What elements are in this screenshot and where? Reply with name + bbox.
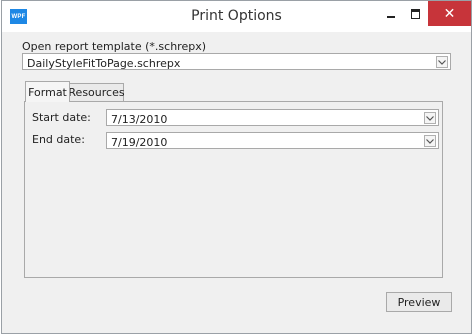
start-date-value: 7/13/2010 <box>111 113 168 126</box>
preview-button-label: Preview <box>397 295 441 309</box>
end-date-value: 7/19/2010 <box>111 136 168 149</box>
tab-resources-label: Resources <box>68 86 125 99</box>
print-options-window: WPF Print Options ✕ Open report template… <box>1 0 472 334</box>
tab-format-label: Format <box>28 85 67 99</box>
close-button[interactable]: ✕ <box>428 1 471 26</box>
start-date-picker[interactable]: 7/13/2010 <box>106 109 439 126</box>
tab-format[interactable]: Format <box>25 81 70 102</box>
template-label: Open report template (*.schrepx) <box>22 40 206 53</box>
chevron-down-icon <box>426 138 434 144</box>
start-date-label: Start date: <box>32 111 91 124</box>
template-dropdown-button[interactable] <box>436 56 448 68</box>
end-date-picker[interactable]: 7/19/2010 <box>106 132 439 149</box>
close-icon: ✕ <box>443 5 456 22</box>
minimize-icon <box>386 15 395 18</box>
chevron-down-icon <box>426 115 434 121</box>
chevron-down-icon <box>438 59 446 65</box>
format-tab-panel <box>24 101 443 278</box>
end-date-dropdown-button[interactable] <box>424 135 436 147</box>
template-value: DailyStyleFitToPage.schrepx <box>27 57 181 70</box>
maximize-button[interactable] <box>404 1 427 26</box>
maximize-icon <box>411 8 420 19</box>
start-date-dropdown-button[interactable] <box>424 112 436 124</box>
preview-button[interactable]: Preview <box>386 292 452 312</box>
title-bar[interactable]: WPF Print Options ✕ <box>2 1 471 32</box>
template-combobox[interactable]: DailyStyleFitToPage.schrepx <box>22 53 451 70</box>
tab-resources[interactable]: Resources <box>68 83 125 101</box>
minimize-button[interactable] <box>379 1 402 26</box>
end-date-label: End date: <box>32 133 85 146</box>
